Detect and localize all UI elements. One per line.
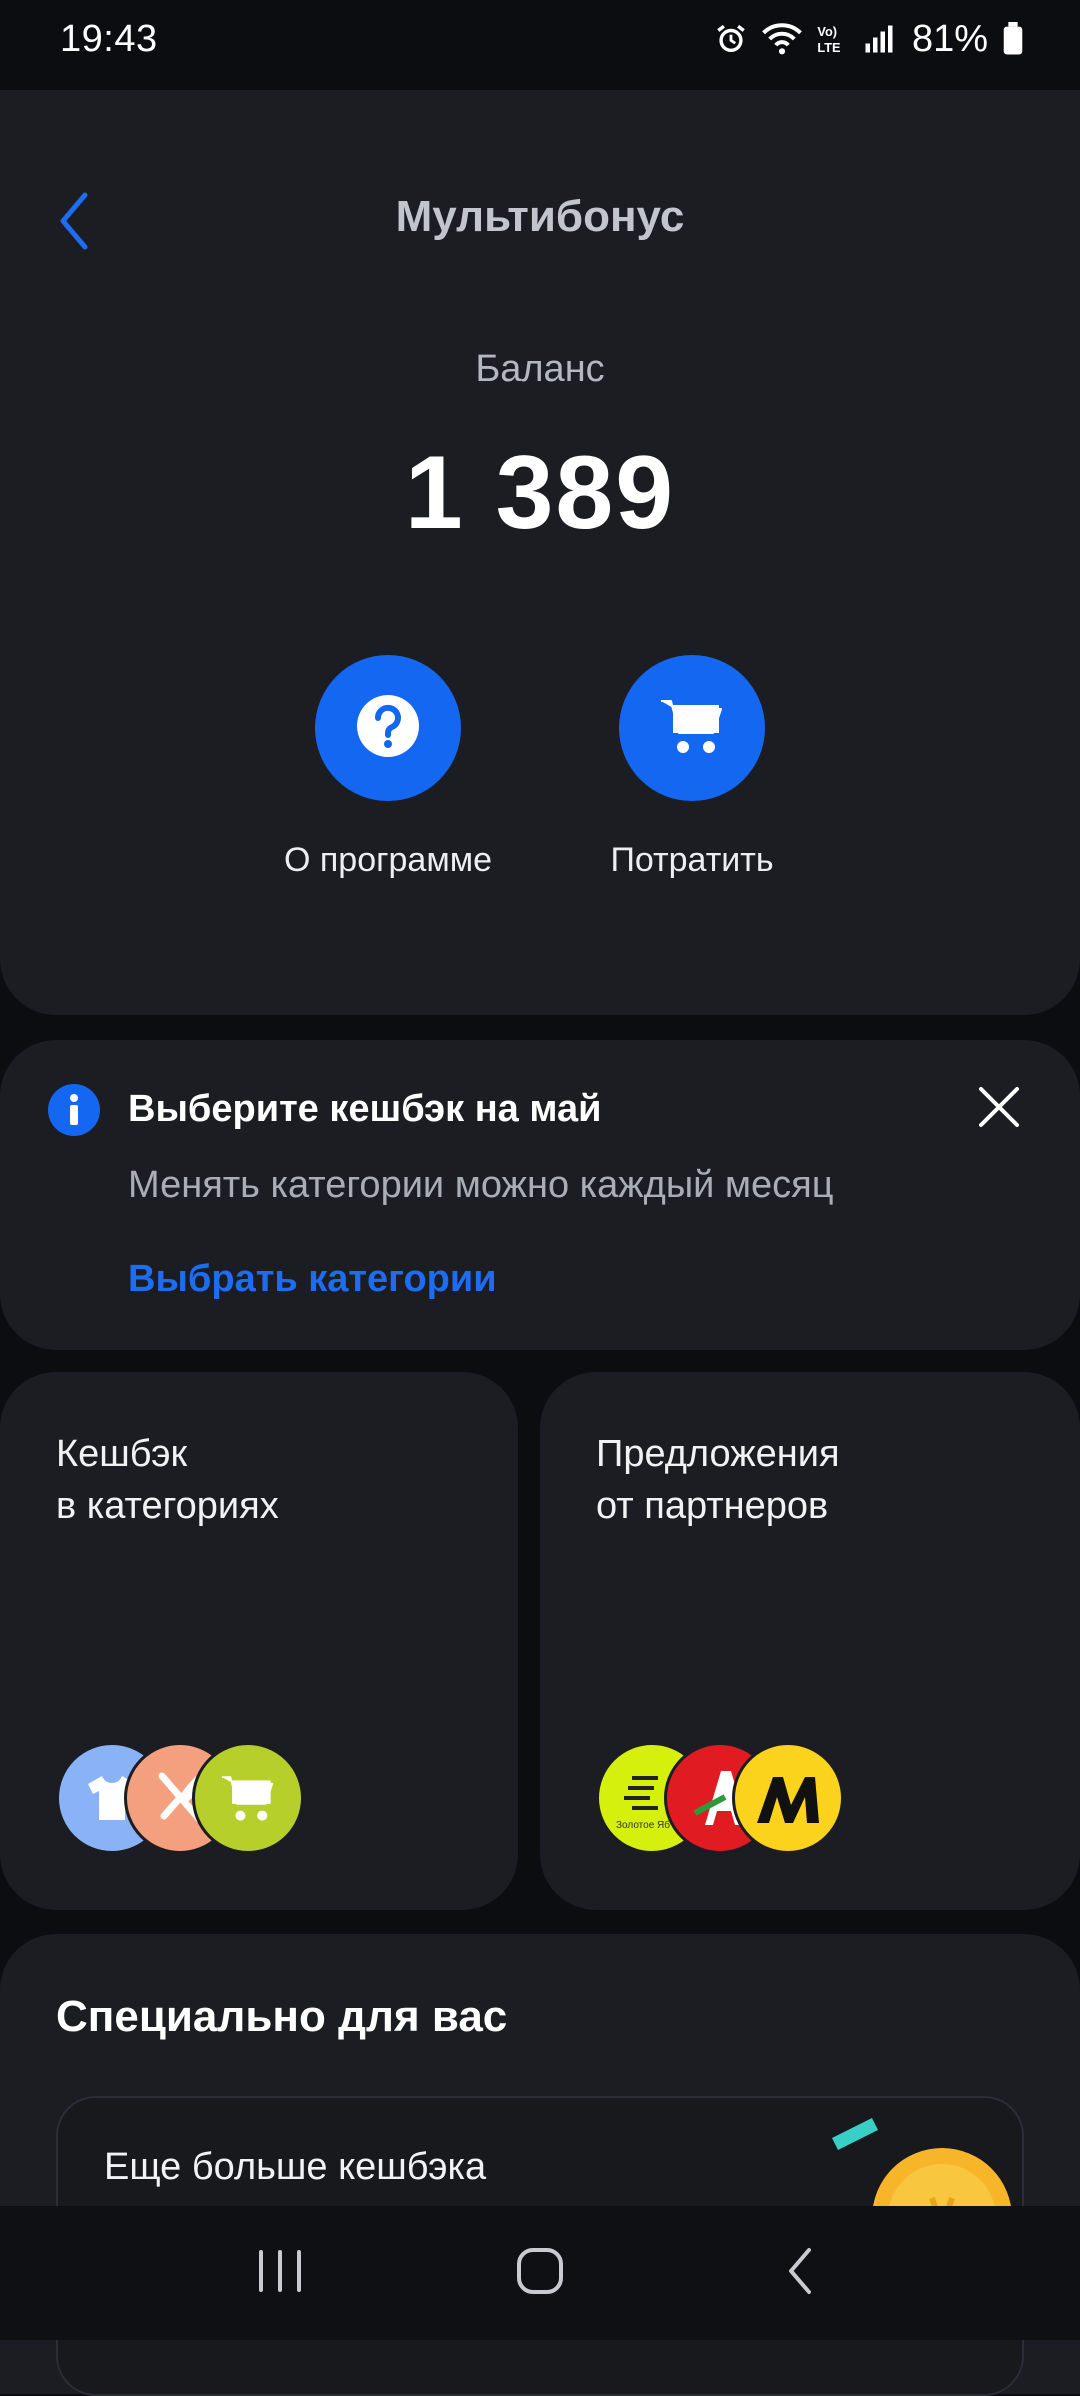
svg-text:LTE: LTE — [817, 40, 840, 55]
grocery-cart-icon — [192, 1742, 304, 1854]
promo-title: Еще больше кешбэка — [104, 2146, 487, 2188]
partner-logo-caption: Золотое Яб — [616, 1819, 670, 1831]
spend-button[interactable]: Потратить — [572, 655, 812, 880]
banner-subtitle: Менять категории можно каждый месяц — [128, 1164, 834, 1206]
spend-label: Потратить — [610, 841, 774, 879]
home-icon — [515, 2246, 565, 2301]
system-nav-bar — [0, 2206, 1080, 2340]
yandex-market-logo — [732, 1742, 844, 1854]
back-icon — [785, 2246, 815, 2301]
about-program-button[interactable]: О программе — [268, 655, 508, 880]
cashback-categories-tile[interactable]: Кешбэк в категориях — [0, 1372, 518, 1910]
battery-icon — [1002, 22, 1024, 56]
tile-title-line2: в категориях — [56, 1485, 279, 1527]
balance-value: 1 389 — [404, 435, 676, 551]
volte-icon: Vo) LTE — [816, 22, 850, 56]
wifi-icon — [762, 22, 802, 56]
tile-title: Предложения от партнеров — [596, 1428, 840, 1532]
banner-close-button[interactable] — [972, 1082, 1026, 1136]
nav-back-button[interactable] — [755, 2228, 845, 2318]
tile-title-line1: Кешбэк — [56, 1433, 188, 1475]
signal-icon — [864, 24, 894, 54]
cart-icon — [659, 695, 725, 762]
status-icons: Vo) LTE 81% — [714, 18, 1024, 61]
close-icon — [977, 1085, 1021, 1134]
info-icon — [48, 1084, 100, 1136]
spend-circle[interactable] — [619, 655, 765, 801]
tile-title-line2: от партнеров — [596, 1485, 829, 1527]
home-button[interactable] — [495, 2228, 585, 2318]
alarm-icon — [714, 22, 748, 56]
tile-title: Кешбэк в категориях — [56, 1428, 279, 1532]
question-icon — [355, 693, 421, 764]
recent-apps-icon — [255, 2248, 305, 2299]
status-bar: 19:43 Vo) LTE 81% — [0, 0, 1080, 78]
banner-title: Выберите кешбэк на май — [128, 1088, 602, 1130]
status-time: 19:43 — [60, 17, 158, 60]
partner-offers-tile[interactable]: Предложения от партнеров Золотое Яб — [540, 1372, 1080, 1910]
recent-apps-button[interactable] — [235, 2228, 325, 2318]
special-title: Специально для вас — [56, 1992, 508, 2041]
balance-label: Баланс — [475, 348, 605, 390]
tile-title-line1: Предложения — [596, 1433, 840, 1475]
about-program-label: О программе — [283, 841, 492, 879]
battery-percent: 81% — [911, 17, 988, 60]
page-title: Мультибонус — [395, 192, 685, 241]
svg-text:Vo): Vo) — [817, 24, 837, 39]
choose-categories-link[interactable]: Выбрать категории — [128, 1258, 497, 1301]
about-program-circle[interactable] — [315, 655, 461, 801]
